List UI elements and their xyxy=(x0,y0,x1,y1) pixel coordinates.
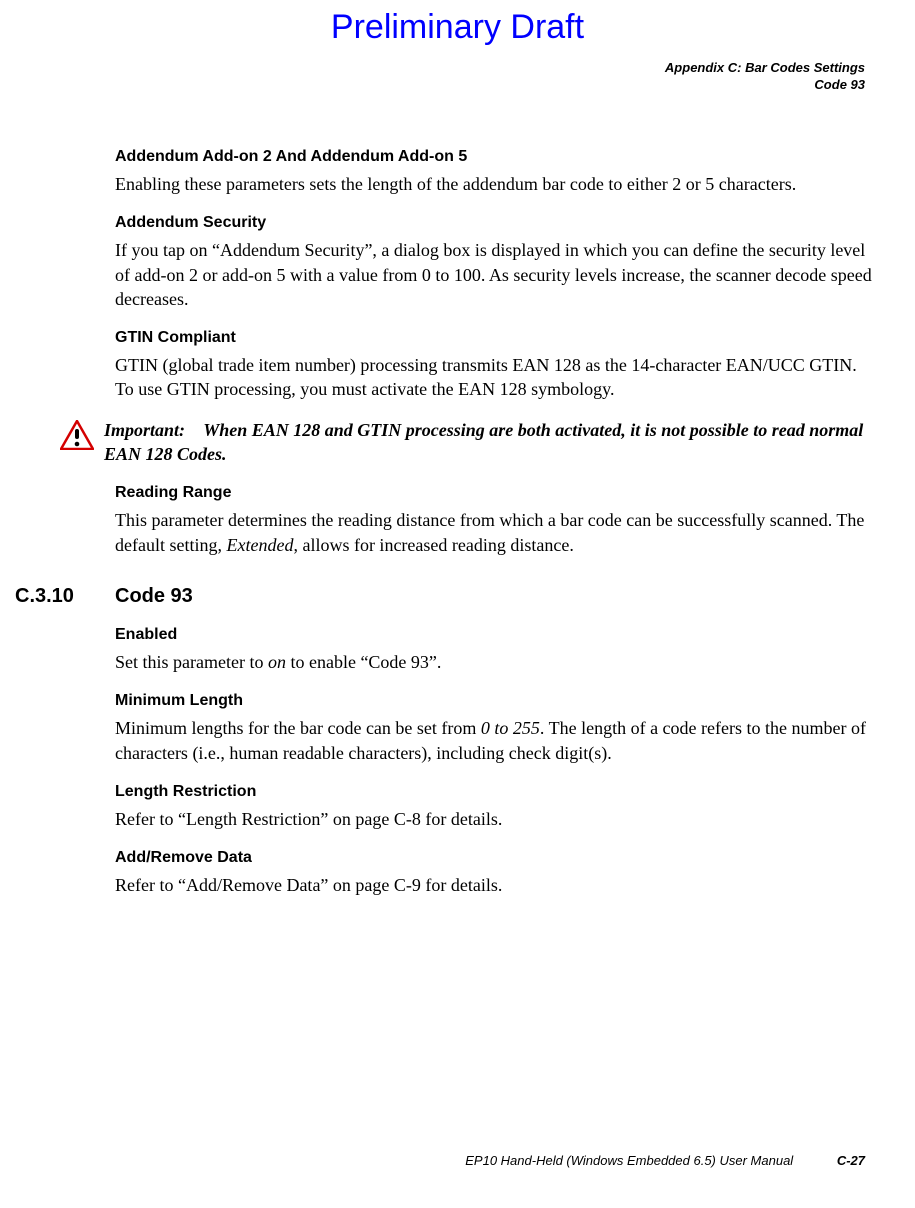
heading-gtin-compliant: GTIN Compliant xyxy=(115,329,873,347)
text-gtin-compliant: GTIN (global trade item number) processi… xyxy=(115,353,873,402)
header-line-2: Code 93 xyxy=(665,77,865,94)
important-body: When EAN 128 and GTIN processing are bot… xyxy=(104,420,863,464)
important-note-text: Important: When EAN 128 and GTIN process… xyxy=(104,418,870,467)
heading-length-restriction: Length Restriction xyxy=(115,783,873,801)
section-heading-code93: C.3.10 Code 93 xyxy=(15,585,873,608)
text-addendum-security: If you tap on “Addendum Security”, a dia… xyxy=(115,238,873,311)
heading-addendum-addon: Addendum Add-on 2 And Addendum Add-on 5 xyxy=(115,148,873,166)
content-area: Addendum Add-on 2 And Addendum Add-on 5 … xyxy=(115,130,873,907)
heading-enabled: Enabled xyxy=(115,626,873,644)
heading-reading-range: Reading Range xyxy=(115,484,873,502)
text-addendum-addon: Enabling these parameters sets the lengt… xyxy=(115,172,873,196)
text-length-restriction: Refer to “Length Restriction” on page C-… xyxy=(115,807,873,831)
text-reading-range: This parameter determines the reading di… xyxy=(115,508,873,557)
text-minlen-italic: 0 to 255 xyxy=(481,718,540,738)
important-label: Important: xyxy=(104,418,199,442)
text-reading-range-post: , allows for increased reading distance. xyxy=(293,535,573,555)
preliminary-draft-banner: Preliminary Draft xyxy=(0,8,915,47)
text-reading-range-italic: Extended xyxy=(226,535,293,555)
text-add-remove-data: Refer to “Add/Remove Data” on page C-9 f… xyxy=(115,873,873,897)
text-minlen-pre: Minimum lengths for the bar code can be … xyxy=(115,718,481,738)
page-footer: EP10 Hand-Held (Windows Embedded 6.5) Us… xyxy=(0,1153,915,1168)
text-enabled: Set this parameter to on to enable “Code… xyxy=(115,650,873,674)
warning-icon xyxy=(60,420,94,455)
section-number: C.3.10 xyxy=(15,585,115,608)
text-enabled-italic: on xyxy=(268,652,286,672)
footer-text: EP10 Hand-Held (Windows Embedded 6.5) Us… xyxy=(465,1153,793,1168)
text-enabled-post: to enable “Code 93”. xyxy=(286,652,441,672)
text-enabled-pre: Set this parameter to xyxy=(115,652,268,672)
important-note: Important: When EAN 128 and GTIN process… xyxy=(60,418,870,467)
heading-add-remove-data: Add/Remove Data xyxy=(115,849,873,867)
page-header: Appendix C: Bar Codes Settings Code 93 xyxy=(665,60,865,94)
header-line-1: Appendix C: Bar Codes Settings xyxy=(665,60,865,77)
section-title: Code 93 xyxy=(115,585,193,608)
text-minimum-length: Minimum lengths for the bar code can be … xyxy=(115,716,873,765)
heading-minimum-length: Minimum Length xyxy=(115,692,873,710)
heading-addendum-security: Addendum Security xyxy=(115,214,873,232)
page-number: C-27 xyxy=(837,1153,865,1168)
